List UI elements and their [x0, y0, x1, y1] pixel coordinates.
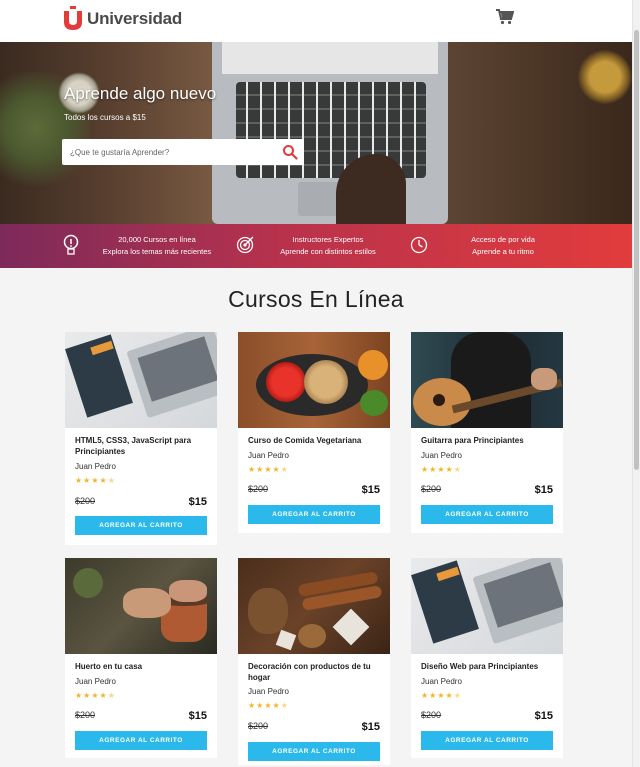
hero-title: Aprende algo nuevo	[64, 84, 217, 103]
add-to-cart-button[interactable]: AGREGAR AL CARRITO	[421, 731, 553, 750]
scrollbar-thumb[interactable]	[634, 30, 639, 470]
lamp-decoration	[578, 50, 632, 104]
site-header: Universidad	[0, 0, 640, 42]
course-author: Juan Pedro	[248, 687, 289, 696]
course-image[interactable]	[238, 558, 390, 654]
rating-stars: ★★★★★	[75, 476, 116, 485]
benefit-line2: Aprende con distintos estilos	[280, 247, 376, 256]
add-to-cart-button[interactable]: AGREGAR AL CARRITO	[75, 731, 207, 750]
old-price: $200	[421, 484, 442, 494]
benefit-line1: Acceso de por vida	[471, 235, 535, 244]
search-icon[interactable]	[282, 144, 298, 160]
course-title[interactable]: Curso de Comida Vegetariana	[248, 435, 380, 446]
course-title[interactable]: Diseño Web para Principiantes	[421, 661, 553, 672]
target-icon	[236, 236, 254, 259]
add-to-cart-button[interactable]: AGREGAR AL CARRITO	[248, 742, 380, 761]
course-title[interactable]: HTML5, CSS3, JavaScript para Principiant…	[75, 435, 207, 457]
old-price: $200	[248, 484, 269, 494]
course-card: Guitarra para Principiantes Juan Pedro ★…	[411, 332, 563, 533]
logo-icon	[62, 6, 84, 32]
scrollbar[interactable]	[632, 0, 640, 767]
price: $15	[534, 710, 553, 722]
course-author: Juan Pedro	[75, 677, 116, 686]
price: $15	[361, 484, 380, 496]
benefit-instructors: Instructores Expertos Aprende con distin…	[262, 224, 394, 268]
price: $15	[361, 721, 380, 733]
course-card: Curso de Comida Vegetariana Juan Pedro ★…	[238, 332, 390, 533]
benefit-courses: 20,000 Cursos en línea Explora los temas…	[90, 224, 224, 268]
rating-stars: ★★★★★	[248, 701, 289, 710]
benefit-line1: Instructores Expertos	[292, 235, 364, 244]
course-image[interactable]	[411, 332, 563, 428]
clock-icon	[410, 236, 428, 259]
course-card: HTML5, CSS3, JavaScript para Principiant…	[65, 332, 217, 545]
logo-text: Universidad	[87, 9, 183, 28]
course-image[interactable]	[238, 332, 390, 428]
price: $15	[188, 710, 207, 722]
rating-stars: ★★★★★	[421, 465, 462, 474]
search-form	[62, 139, 304, 165]
logo[interactable]: Universidad	[62, 6, 182, 32]
benefit-line1: 20,000 Cursos en línea	[118, 235, 196, 244]
course-image[interactable]	[411, 558, 563, 654]
add-to-cart-button[interactable]: AGREGAR AL CARRITO	[75, 516, 207, 535]
rating-stars: ★★★★★	[75, 691, 116, 700]
course-image[interactable]	[65, 558, 217, 654]
cart-icon[interactable]	[496, 9, 515, 30]
laptop-screen	[222, 42, 438, 74]
course-card: Huerto en tu casa Juan Pedro ★★★★★ $200 …	[65, 558, 217, 758]
old-price: $200	[421, 710, 442, 720]
course-title[interactable]: Decoración con productos de tu hogar	[248, 661, 380, 683]
course-image[interactable]	[65, 332, 217, 428]
add-to-cart-button[interactable]: AGREGAR AL CARRITO	[421, 505, 553, 524]
lightbulb-icon	[62, 234, 80, 263]
add-to-cart-button[interactable]: AGREGAR AL CARRITO	[248, 505, 380, 524]
benefits-bar: 20,000 Cursos en línea Explora los temas…	[0, 224, 632, 268]
price: $15	[188, 496, 207, 508]
benefit-line2: Explora los temas más recientes	[102, 247, 212, 256]
course-author: Juan Pedro	[248, 451, 289, 460]
course-card: Decoración con productos de tu hogar Jua…	[238, 558, 390, 765]
course-author: Juan Pedro	[75, 462, 116, 471]
course-card: Diseño Web para Principiantes Juan Pedro…	[411, 558, 563, 758]
old-price: $200	[75, 496, 96, 506]
section-title: Cursos En Línea	[228, 286, 404, 312]
course-title[interactable]: Guitarra para Principiantes	[421, 435, 553, 446]
old-price: $200	[75, 710, 96, 720]
search-input[interactable]	[62, 139, 272, 165]
course-author: Juan Pedro	[421, 677, 462, 686]
course-author: Juan Pedro	[421, 451, 462, 460]
benefit-access: Acceso de por vida Aprende a tu ritmo	[436, 224, 570, 268]
hero-banner: Aprende algo nuevo Todos los cursos a $1…	[0, 42, 632, 224]
hero-subtitle: Todos los cursos a $15	[64, 113, 146, 122]
old-price: $200	[248, 721, 269, 731]
price: $15	[534, 484, 553, 496]
benefit-line2: Aprende a tu ritmo	[472, 247, 534, 256]
rating-stars: ★★★★★	[421, 691, 462, 700]
course-title[interactable]: Huerto en tu casa	[75, 661, 207, 672]
rating-stars: ★★★★★	[248, 465, 289, 474]
